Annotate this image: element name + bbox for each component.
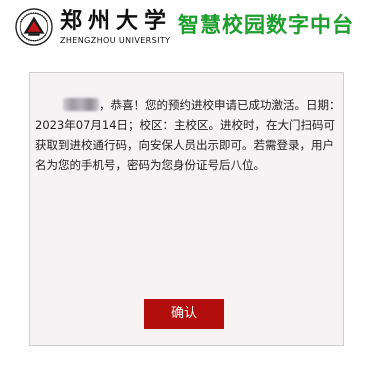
university-name: 郑州大学 — [60, 8, 173, 34]
activation-message: ，恭喜！您的预约进校申请已成功激活。日期：2023年07月14日；校区：主校区。… — [35, 95, 341, 175]
redacted-name — [63, 98, 99, 111]
platform-name: 智慧校园数字中台 — [178, 13, 354, 37]
university-name-en: ZHENGZHOU UNIVERSITY — [60, 36, 171, 45]
confirm-button[interactable]: 确认 — [144, 299, 224, 329]
activation-card: ，恭喜！您的预约进校申请已成功激活。日期：2023年07月14日；校区：主校区。… — [29, 72, 344, 346]
zzu-emblem-icon — [15, 8, 53, 46]
header: 郑州大学 ZHENGZHOU UNIVERSITY 智慧校园数字中台 — [0, 0, 374, 60]
